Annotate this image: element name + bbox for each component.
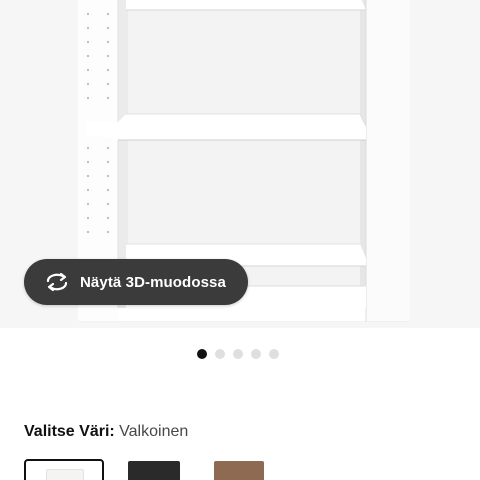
product-image[interactable]: Näytä 3D-muodossa — [0, 0, 480, 328]
color-swatch-brown-walnut[interactable] — [208, 459, 288, 480]
swatch-thumb-brown-walnut — [214, 461, 264, 480]
carousel-dot-1[interactable] — [197, 349, 207, 359]
color-picker-label: Valitse Väri: — [24, 423, 115, 440]
selected-color-value: Valkoinen — [119, 423, 189, 440]
carousel-dot-5[interactable] — [269, 349, 279, 359]
carousel-dot-2[interactable] — [215, 349, 225, 359]
carousel-dot-3[interactable] — [233, 349, 243, 359]
carousel-dots — [197, 348, 279, 360]
swatch-thumb-white — [46, 469, 84, 480]
view-3d-button[interactable]: Näytä 3D-muodossa — [24, 259, 248, 305]
color-swatch-white[interactable] — [24, 459, 104, 480]
rotate-3d-icon — [42, 270, 72, 294]
view-3d-label: Näytä 3D-muodossa — [80, 273, 226, 291]
color-swatches — [24, 459, 480, 480]
color-picker-heading: Valitse Väri: Valkoinen — [24, 423, 188, 441]
swatch-thumb-black-brown — [128, 461, 180, 480]
color-swatch-black-brown[interactable] — [120, 459, 200, 480]
carousel-dot-4[interactable] — [251, 349, 261, 359]
